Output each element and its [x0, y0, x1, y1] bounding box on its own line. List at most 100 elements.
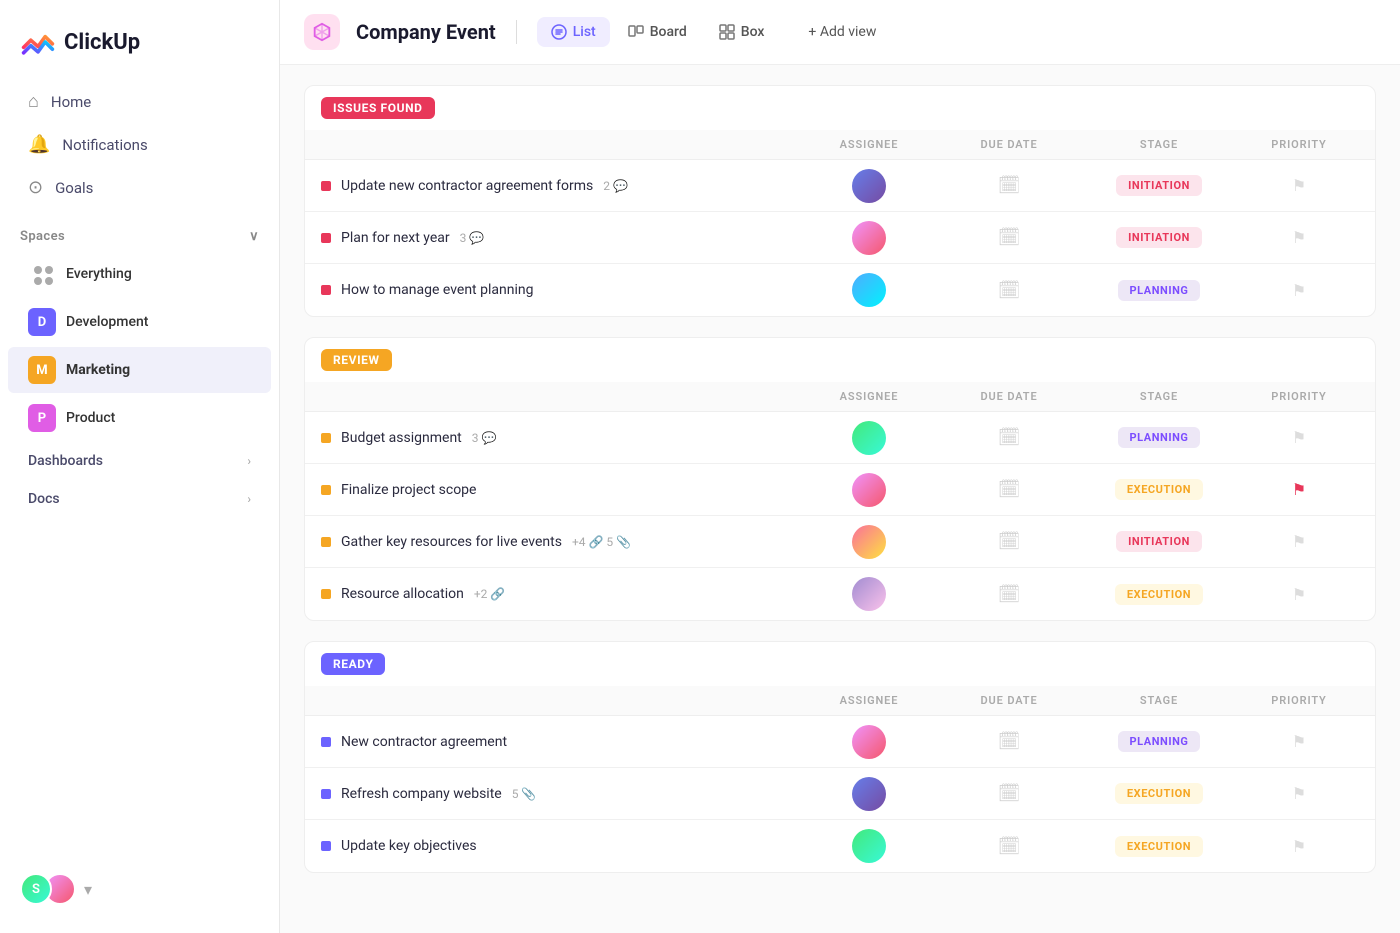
- task-priority-cell[interactable]: ⚑: [1239, 784, 1359, 803]
- avatar[interactable]: [852, 169, 886, 203]
- task-due-date-cell[interactable]: 🗓: [939, 427, 1079, 448]
- sidebar-item-product[interactable]: P Product: [8, 395, 271, 441]
- table-row[interactable]: New contractor agreement🗓PLANNING⚑: [305, 716, 1375, 768]
- flag-icon[interactable]: ⚑: [1292, 784, 1306, 803]
- task-priority-cell[interactable]: ⚑: [1239, 176, 1359, 195]
- calendar-icon[interactable]: 🗓: [998, 280, 1021, 301]
- stage-badge[interactable]: INITIATION: [1116, 175, 1202, 196]
- flag-icon[interactable]: ⚑: [1292, 532, 1306, 551]
- task-priority-cell[interactable]: ⚑: [1239, 732, 1359, 751]
- add-view-button[interactable]: + Add view: [794, 17, 890, 47]
- flag-icon[interactable]: ⚑: [1292, 837, 1306, 856]
- task-priority-cell[interactable]: ⚑: [1239, 228, 1359, 247]
- stage-badge[interactable]: EXECUTION: [1115, 584, 1203, 605]
- calendar-icon[interactable]: 🗓: [998, 427, 1021, 448]
- tab-list[interactable]: List: [537, 17, 610, 47]
- task-priority-cell[interactable]: ⚑: [1239, 837, 1359, 856]
- stage-badge[interactable]: PLANNING: [1118, 280, 1201, 301]
- task-due-date-cell[interactable]: 🗓: [939, 479, 1079, 500]
- task-due-date-cell[interactable]: 🗓: [939, 280, 1079, 301]
- task-due-date-cell[interactable]: 🗓: [939, 783, 1079, 804]
- avatar[interactable]: [852, 577, 886, 611]
- task-due-date-cell[interactable]: 🗓: [939, 531, 1079, 552]
- avatar[interactable]: [852, 221, 886, 255]
- flag-icon[interactable]: ⚑: [1292, 428, 1306, 447]
- calendar-icon[interactable]: 🗓: [998, 227, 1021, 248]
- table-row[interactable]: Refresh company website5 📎🗓EXECUTION⚑: [305, 768, 1375, 820]
- task-stage-cell[interactable]: INITIATION: [1079, 227, 1239, 248]
- logo-container[interactable]: ClickUp: [0, 16, 279, 80]
- task-priority-cell[interactable]: ⚑: [1239, 585, 1359, 604]
- task-due-date-cell[interactable]: 🗓: [939, 227, 1079, 248]
- task-stage-cell[interactable]: EXECUTION: [1079, 584, 1239, 605]
- sidebar-item-everything[interactable]: Everything: [8, 251, 271, 297]
- avatar[interactable]: [852, 777, 886, 811]
- task-due-date-cell[interactable]: 🗓: [939, 731, 1079, 752]
- flag-icon[interactable]: ⚑: [1292, 585, 1306, 604]
- task-stage-cell[interactable]: EXECUTION: [1079, 836, 1239, 857]
- spaces-chevron[interactable]: ∨: [249, 229, 259, 244]
- flag-icon[interactable]: ⚑: [1292, 281, 1306, 300]
- table-row[interactable]: How to manage event planning🗓PLANNING⚑: [305, 264, 1375, 316]
- avatar[interactable]: [852, 525, 886, 559]
- group-badge-ready[interactable]: READY: [321, 653, 385, 675]
- sidebar-item-goals[interactable]: ⊙ Goals: [8, 167, 271, 208]
- table-row[interactable]: Budget assignment3 💬🗓PLANNING⚑: [305, 412, 1375, 464]
- task-priority-cell[interactable]: ⚑: [1239, 480, 1359, 499]
- stage-badge[interactable]: EXECUTION: [1115, 783, 1203, 804]
- task-stage-cell[interactable]: PLANNING: [1079, 427, 1239, 448]
- table-row[interactable]: Update new contractor agreement forms2 💬…: [305, 160, 1375, 212]
- sidebar-item-marketing[interactable]: M Marketing: [8, 347, 271, 393]
- flag-icon[interactable]: ⚑: [1292, 228, 1306, 247]
- user-menu-chevron[interactable]: ▾: [84, 880, 92, 899]
- avatar[interactable]: [852, 421, 886, 455]
- task-due-date-cell[interactable]: 🗓: [939, 584, 1079, 605]
- table-row[interactable]: Finalize project scope🗓EXECUTION⚑: [305, 464, 1375, 516]
- table-row[interactable]: Plan for next year3 💬🗓INITIATION⚑: [305, 212, 1375, 264]
- task-stage-cell[interactable]: PLANNING: [1079, 731, 1239, 752]
- task-priority-cell[interactable]: ⚑: [1239, 281, 1359, 300]
- calendar-icon[interactable]: 🗓: [998, 731, 1021, 752]
- tab-box[interactable]: Box: [705, 17, 779, 47]
- flag-icon[interactable]: ⚑: [1292, 176, 1306, 195]
- sidebar-item-notifications[interactable]: 🔔 Notifications: [8, 124, 271, 165]
- group-badge-issues-found[interactable]: ISSUES FOUND: [321, 97, 435, 119]
- tab-board[interactable]: Board: [614, 17, 701, 47]
- avatar[interactable]: [852, 725, 886, 759]
- flag-icon[interactable]: ⚑: [1292, 480, 1306, 499]
- task-stage-cell[interactable]: EXECUTION: [1079, 479, 1239, 500]
- calendar-icon[interactable]: 🗓: [998, 836, 1021, 857]
- stage-badge[interactable]: PLANNING: [1118, 731, 1201, 752]
- calendar-icon[interactable]: 🗓: [998, 531, 1021, 552]
- task-stage-cell[interactable]: INITIATION: [1079, 531, 1239, 552]
- stage-badge[interactable]: EXECUTION: [1115, 479, 1203, 500]
- stage-badge[interactable]: INITIATION: [1116, 227, 1202, 248]
- calendar-icon[interactable]: 🗓: [998, 584, 1021, 605]
- table-row[interactable]: Gather key resources for live events+4 🔗…: [305, 516, 1375, 568]
- avatar[interactable]: [852, 473, 886, 507]
- sidebar-item-home[interactable]: ⌂ Home: [8, 81, 271, 122]
- sidebar-item-development[interactable]: D Development: [8, 299, 271, 345]
- task-due-date-cell[interactable]: 🗓: [939, 836, 1079, 857]
- flag-icon[interactable]: ⚑: [1292, 732, 1306, 751]
- sidebar-item-docs[interactable]: Docs ›: [8, 481, 271, 517]
- task-priority-cell[interactable]: ⚑: [1239, 428, 1359, 447]
- stage-badge[interactable]: INITIATION: [1116, 531, 1202, 552]
- calendar-icon[interactable]: 🗓: [998, 479, 1021, 500]
- task-stage-cell[interactable]: EXECUTION: [1079, 783, 1239, 804]
- calendar-icon[interactable]: 🗓: [998, 175, 1021, 196]
- avatar[interactable]: [852, 829, 886, 863]
- group-badge-review[interactable]: REVIEW: [321, 349, 392, 371]
- table-row[interactable]: Resource allocation+2 🔗🗓EXECUTION⚑: [305, 568, 1375, 620]
- stage-badge[interactable]: PLANNING: [1118, 427, 1201, 448]
- table-row[interactable]: Update key objectives🗓EXECUTION⚑: [305, 820, 1375, 872]
- user-avatar-primary[interactable]: S: [20, 873, 52, 905]
- user-avatar-stack[interactable]: S: [20, 873, 76, 905]
- calendar-icon[interactable]: 🗓: [998, 783, 1021, 804]
- task-stage-cell[interactable]: INITIATION: [1079, 175, 1239, 196]
- task-priority-cell[interactable]: ⚑: [1239, 532, 1359, 551]
- task-due-date-cell[interactable]: 🗓: [939, 175, 1079, 196]
- sidebar-item-dashboards[interactable]: Dashboards ›: [8, 443, 271, 479]
- task-stage-cell[interactable]: PLANNING: [1079, 280, 1239, 301]
- avatar[interactable]: [852, 273, 886, 307]
